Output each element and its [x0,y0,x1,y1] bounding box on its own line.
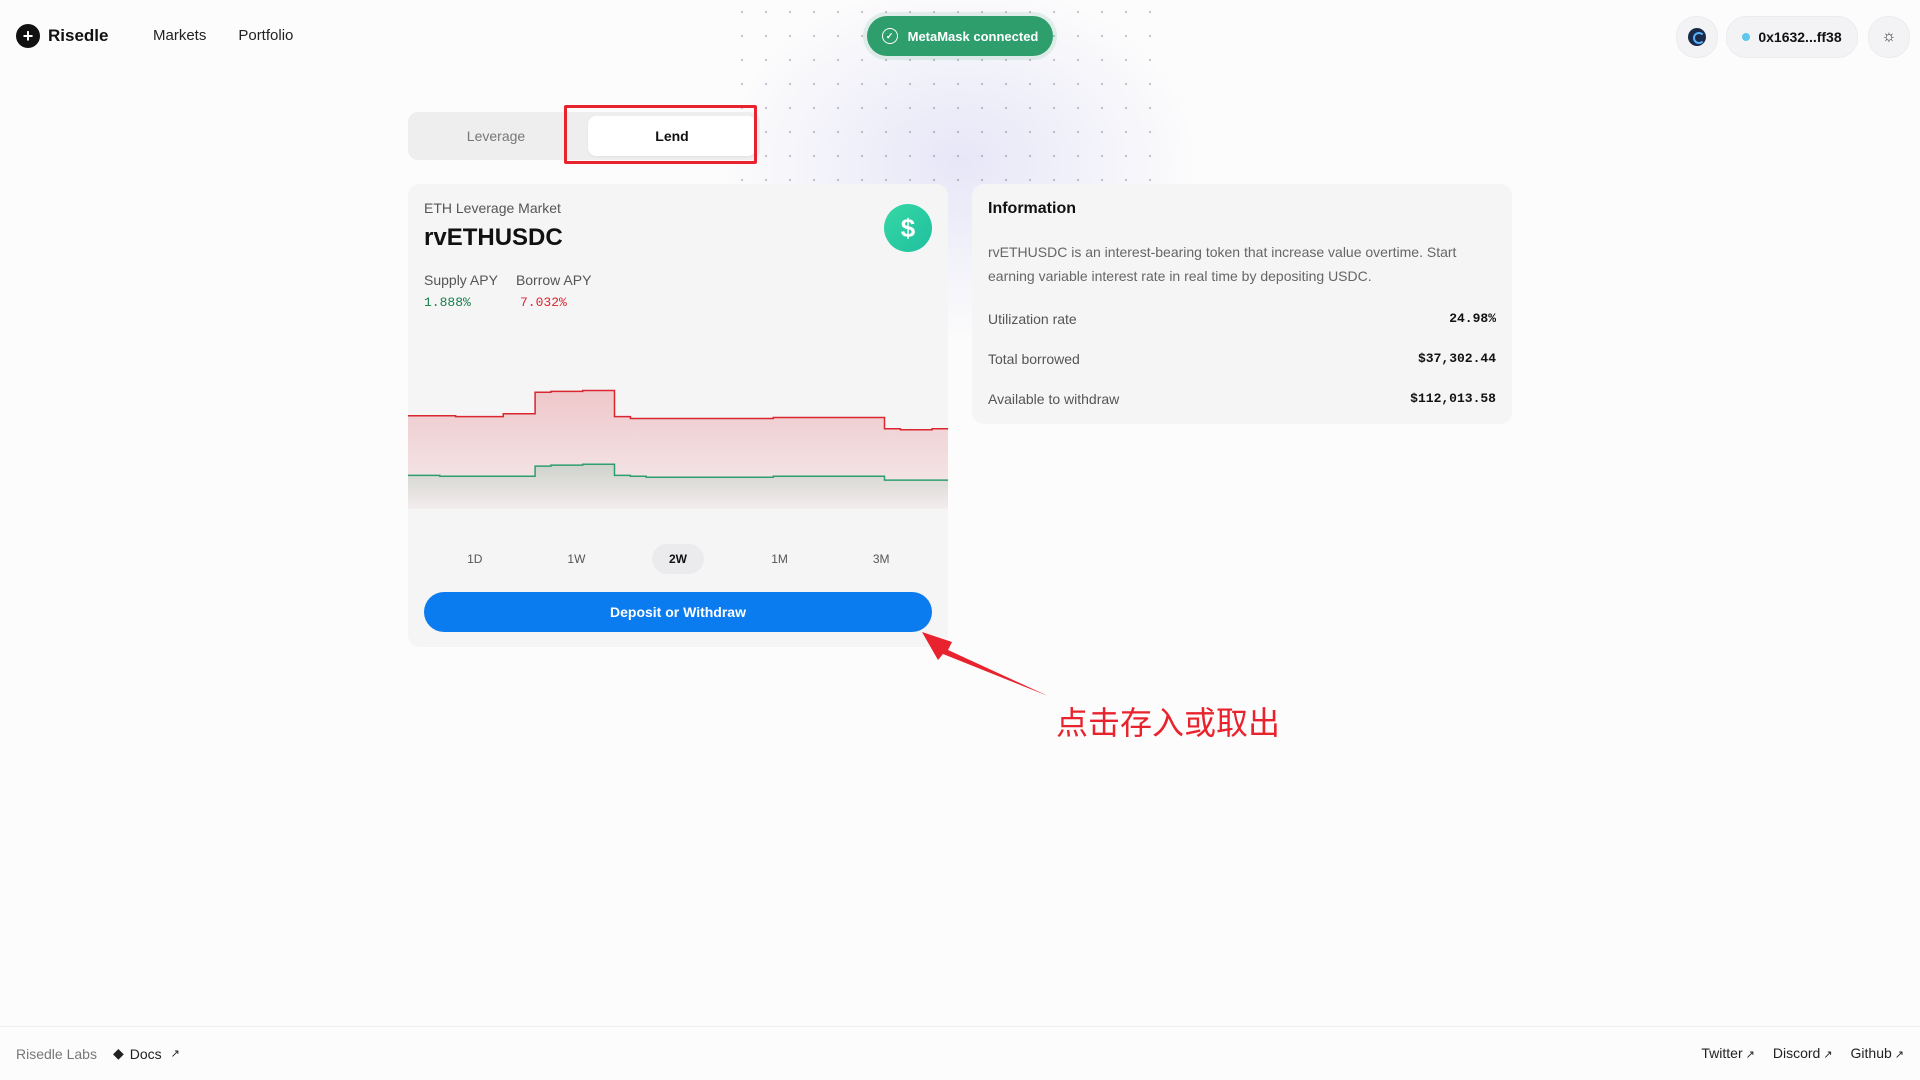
info-row-value: 24.98% [1449,311,1496,326]
metamask-status-pill: ✓ MetaMask connected [867,16,1053,56]
check-circle-icon: ✓ [881,28,898,44]
supply-apy-value: 1.888% [424,295,471,310]
tab-lend[interactable]: Lend [588,116,756,156]
plus-logo-icon: + [16,24,40,48]
footer-labs: Risedle Labs [16,1045,97,1062]
range-1w[interactable]: 1W [550,544,602,574]
nav-portfolio[interactable]: Portfolio [238,27,293,44]
external-link-icon: ↗ [170,1048,180,1060]
book-icon: ◆ [112,1045,124,1061]
info-row-total-borrowed: Total borrowed $37,302.44 [988,351,1496,367]
footer-links: Twitter ↗ Discord ↗ Github ↗ [1701,1045,1904,1061]
brand-logo[interactable]: + Risedle [16,24,108,48]
nav-markets[interactable]: Markets [153,27,206,44]
time-range-selector: 1D 1W 2W 1M 3M [424,544,932,574]
theme-toggle-button[interactable]: ☼ [1868,16,1910,58]
main-nav: Markets Portfolio [153,27,293,44]
footer-twitter-link[interactable]: Twitter ↗ [1701,1045,1754,1061]
deposit-withdraw-button[interactable]: Deposit or Withdraw [424,592,932,632]
wallet-button[interactable]: 0x1632...ff38 [1726,16,1858,58]
network-button[interactable] [1676,16,1718,58]
footer-docs-link[interactable]: ◆ Docs ↗ [113,1045,180,1062]
borrow-apy-value: 7.032% [520,295,567,310]
footer-github-link[interactable]: Github ↗ [1851,1045,1904,1061]
info-row-utilization: Utilization rate 24.98% [988,311,1496,327]
sun-icon: ☼ [1881,28,1897,45]
supply-apy-label: Supply APY [424,272,498,288]
market-label: ETH Leverage Market [424,200,561,216]
metamask-status-text: MetaMask connected [907,28,1039,44]
top-navbar: + Risedle Markets Portfolio ✓ MetaMask c… [0,0,1920,72]
market-card: ETH Leverage Market rvETHUSDC $ Supply A… [408,184,948,647]
footer-twitter-label: Twitter [1701,1045,1743,1061]
range-3m[interactable]: 3M [855,544,907,574]
footer: Risedle Labs ◆ Docs ↗ Twitter ↗ Discord ↗ … [0,1026,1920,1080]
info-row-value: $37,302.44 [1417,351,1496,366]
external-link-icon: ↗ [1894,1049,1904,1061]
footer-docs-label: Docs [129,1045,162,1062]
footer-discord-label: Discord [1772,1045,1821,1061]
mode-tabs: Leverage Lend [408,112,760,160]
apy-labels: Supply APY Borrow APY [424,272,591,288]
apy-history-chart [408,389,948,509]
apy-values: 1.888% 7.032% [424,295,567,310]
annotation-text: 点击存入或取出 [1056,704,1281,742]
information-description: rvETHUSDC is an interest-bearing token t… [988,244,1457,284]
market-name: rvETHUSDC [424,224,563,251]
wallet-status-dot-icon [1742,33,1751,41]
external-link-icon: ↗ [1823,1049,1833,1061]
dollar-token-icon: $ [884,204,932,252]
info-row-label: Utilization rate [988,311,1077,327]
info-row-value: $112,013.58 [1410,391,1496,406]
info-row-label: Total borrowed [988,351,1080,367]
network-icon [1688,28,1706,46]
range-1m[interactable]: 1M [754,544,806,574]
brand-name: Risedle [48,26,109,45]
footer-github-label: Github [1850,1045,1892,1061]
range-2w[interactable]: 2W [651,544,704,574]
info-row-label: Available to withdraw [988,391,1120,407]
information-title: Information [988,200,1076,217]
borrow-apy-label: Borrow APY [515,272,592,288]
external-link-icon: ↗ [1745,1049,1755,1061]
information-card: Information rvETHUSDC is an interest-bea… [972,184,1512,424]
footer-discord-link[interactable]: Discord ↗ [1773,1045,1833,1061]
wallet-address: 0x1632...ff38 [1758,29,1842,45]
footer-left: Risedle Labs ◆ Docs ↗ [16,1045,180,1062]
tab-leverage[interactable]: Leverage [412,116,580,156]
info-row-available: Available to withdraw $112,013.58 [988,391,1496,407]
range-1d[interactable]: 1D [449,544,501,574]
